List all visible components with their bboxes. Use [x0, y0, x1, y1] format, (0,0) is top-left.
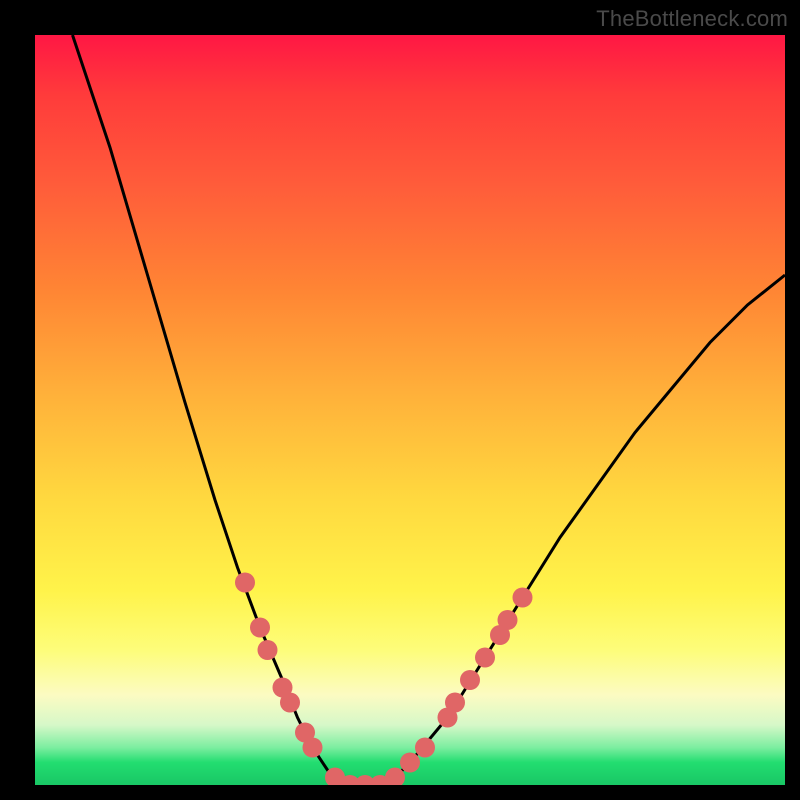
data-marker	[250, 618, 270, 638]
data-marker	[513, 588, 533, 608]
data-marker	[445, 693, 465, 713]
chart-frame: TheBottleneck.com	[0, 0, 800, 800]
data-marker	[280, 693, 300, 713]
watermark-text: TheBottleneck.com	[596, 6, 788, 32]
data-marker	[498, 610, 518, 630]
curve-layer	[35, 35, 785, 785]
data-marker	[303, 738, 323, 758]
data-marker	[400, 753, 420, 773]
data-marker	[258, 640, 278, 660]
data-marker	[235, 573, 255, 593]
data-marker	[460, 670, 480, 690]
data-marker	[475, 648, 495, 668]
bottleneck-curve	[73, 35, 786, 785]
marker-group	[235, 573, 533, 786]
data-marker	[415, 738, 435, 758]
plot-area	[35, 35, 785, 785]
